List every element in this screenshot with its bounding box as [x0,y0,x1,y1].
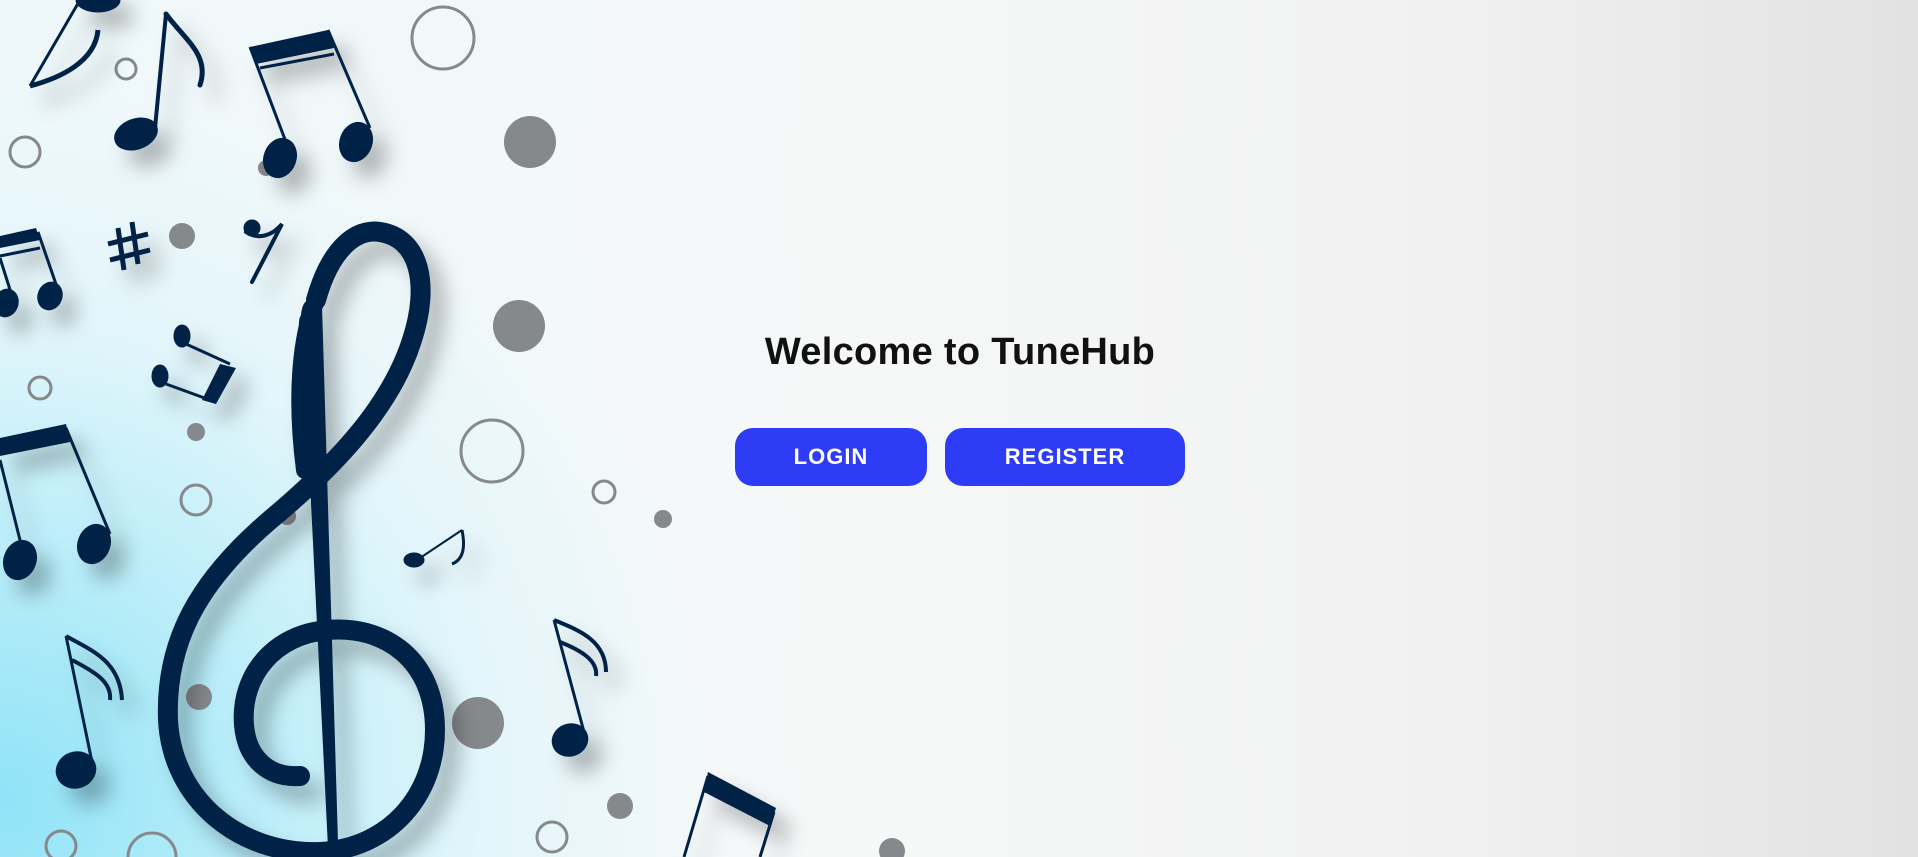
beamed-notes-icon [248,29,374,179]
eighth-note-icon [403,529,466,568]
page-title: Welcome to TuneHub [764,331,1156,373]
welcome-panel: Welcome to TuneHub LOGIN REGISTER [700,320,1220,486]
auth-buttons: LOGIN REGISTER [700,428,1220,486]
beamed-notes-icon [0,228,63,318]
register-button[interactable]: REGISTER [945,428,1185,486]
beamed-notes-icon [682,772,776,857]
beamed-notes-icon [151,324,236,404]
eighth-note-icon [551,618,608,757]
sharp-icon [107,221,151,271]
eighth-note-icon [28,0,121,89]
treble-clef-icon [157,221,446,857]
eighth-note-icon [114,11,205,151]
rest-icon [243,219,284,284]
eighth-note-icon [55,634,124,789]
beamed-notes-icon [0,424,112,581]
login-button[interactable]: LOGIN [735,428,927,486]
